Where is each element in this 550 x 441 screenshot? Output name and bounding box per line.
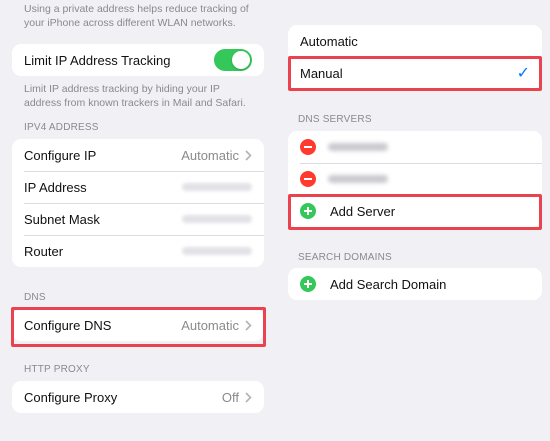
configure-proxy-label: Configure Proxy [24,389,118,405]
subnet-mask-value-redacted [182,215,252,223]
dns-server-row [288,131,542,163]
router-row: Router [12,235,264,267]
mode-automatic-row[interactable]: Automatic [288,25,542,57]
router-value-redacted [182,247,252,255]
search-domains-group: Add Search Domain [288,268,542,300]
dns-servers-header: DNS SERVERS [298,114,372,125]
configure-ip-value: Automatic [181,148,252,163]
add-server-highlight [288,194,542,230]
limit-ip-footnote: Limit IP address tracking by hiding your… [24,83,246,109]
add-search-domain-label: Add Search Domain [330,276,447,292]
network-settings-panel: Using a private address helps reduce tra… [0,0,277,441]
dns-server-value-redacted [328,175,388,183]
add-search-domain-row[interactable]: Add Search Domain [288,268,542,300]
subnet-mask-label: Subnet Mask [24,211,100,227]
ipv4-header: IPV4 ADDRESS [24,122,99,133]
ipv4-group: Configure IP Automatic IP Address Subnet… [12,139,264,267]
mode-automatic-label: Automatic [300,33,358,49]
http-proxy-group: Configure Proxy Off [12,381,264,413]
http-proxy-header: HTTP PROXY [24,364,90,375]
minus-circle-icon[interactable] [300,171,316,187]
configure-proxy-value-text: Off [221,389,239,405]
configure-dns-highlight [11,307,266,347]
chevron-right-icon [245,149,252,161]
limit-ip-group: Limit IP Address Tracking [12,44,264,76]
plus-circle-icon [300,276,316,292]
limit-ip-row: Limit IP Address Tracking [12,44,264,76]
private-address-note: Using a private address helps reduce tra… [24,3,249,29]
configure-ip-value-text: Automatic [181,147,239,163]
configure-proxy-row[interactable]: Configure Proxy Off [12,381,264,413]
configure-ip-row[interactable]: Configure IP Automatic [12,139,264,171]
dns-server-row [288,163,542,195]
manual-highlight [288,56,542,91]
configure-proxy-value: Off [222,390,252,405]
limit-ip-label: Limit IP Address Tracking [24,52,171,68]
limit-ip-toggle[interactable] [214,49,252,71]
router-label: Router [24,243,64,259]
search-domains-header: SEARCH DOMAINS [298,252,392,263]
configure-ip-label: Configure IP [24,147,97,163]
subnet-mask-row: Subnet Mask [12,203,264,235]
dns-server-value-redacted [328,143,388,151]
minus-circle-icon[interactable] [300,139,316,155]
toggle-knob [232,51,250,69]
ip-address-value-redacted [182,183,252,191]
ip-address-label: IP Address [24,179,87,195]
dns-header: DNS [24,292,46,303]
chevron-right-icon [245,391,252,403]
configure-dns-panel: Automatic Manual ✓ DNS SERVERS Add Serve… [277,0,550,441]
ip-address-row: IP Address [12,171,264,203]
